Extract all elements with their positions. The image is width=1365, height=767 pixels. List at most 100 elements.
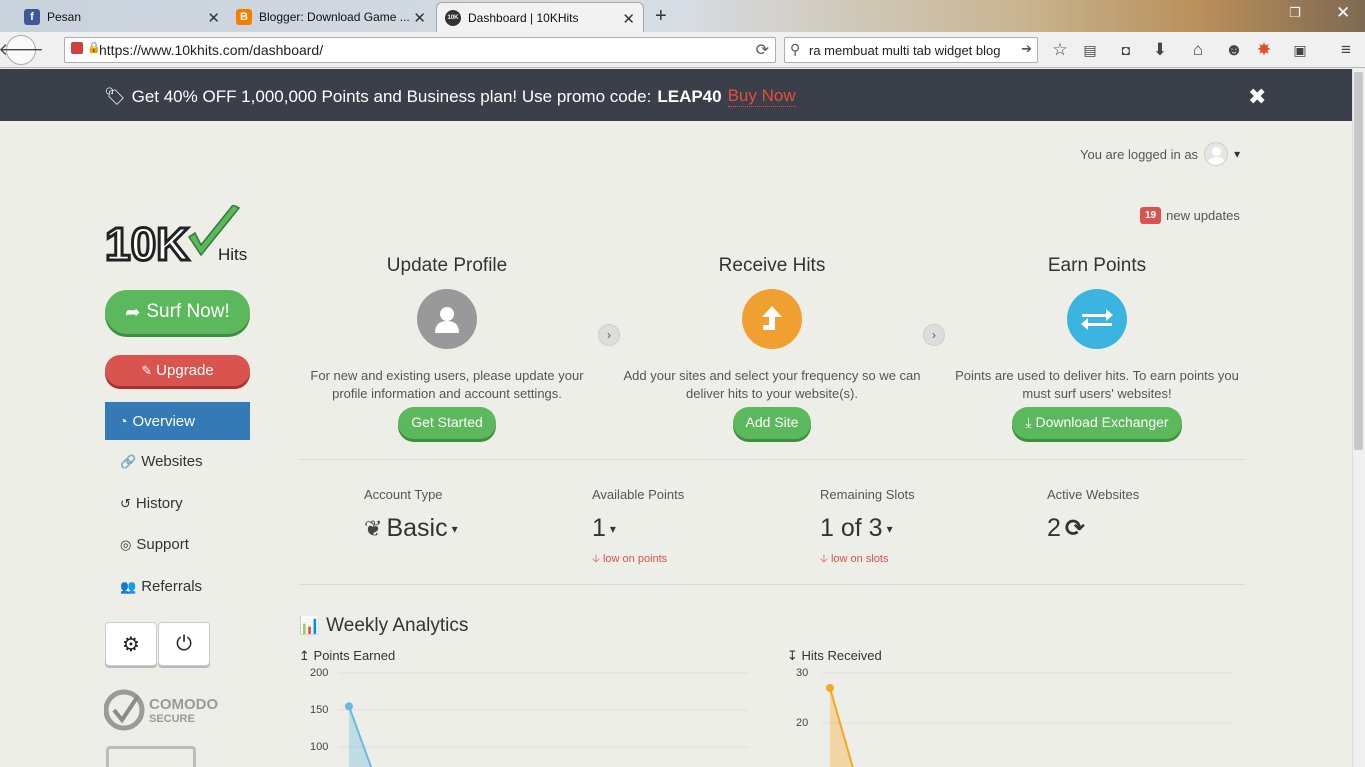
stat-label: Active Websites [1047,487,1140,502]
download-exchanger-button[interactable]: ⤓ Download Exchanger [1012,407,1182,439]
chart-title-hits: ↧ Hits Received [787,648,882,664]
upgrade-button[interactable]: ✎ Upgrade [105,355,250,386]
sidebar-item-label: Websites [141,453,203,470]
warning-text: low on slots [830,553,889,565]
warning-text: low on points [602,553,668,565]
10khits-logo[interactable]: 10K Hits [104,204,255,272]
stat-label: Available Points [592,487,685,502]
arrow-down-icon: 🡣 [820,553,831,565]
buy-now-link[interactable]: Buy Now [727,86,796,107]
logged-in-label: You are logged in as [1080,146,1199,162]
updates-badge: 19 [1140,207,1162,224]
settings-button[interactable]: ⚙ [105,622,157,666]
caret-down-icon: ▾ [886,521,893,536]
facebook-icon: f [24,9,40,25]
screenshot-icon[interactable]: ▣ [1286,36,1314,64]
user-menu[interactable]: You are logged in as ▾ [1080,142,1240,166]
divider [299,459,1245,460]
sidebar-item-overview[interactable]: ◔ Overview [105,402,250,440]
browser-nav-bar: 🡐 🔒 https://www.10khits.com/dashboard/ ⟳… [0,32,1365,68]
stat-label: Account Type [364,487,443,502]
refresh-icon[interactable]: ⟳ [1065,514,1085,543]
stat-label: Remaining Slots [820,487,915,502]
download-icon: ⤓ [1025,414,1036,430]
sidebar-item-label: Overview [132,412,195,430]
browser-tab-bar: f Pesan ✕ B Blogger: Download Game ... ✕… [0,0,1365,32]
points-earned-chart [338,672,748,767]
sidebar-item-websites[interactable]: 🔗 Websites [120,453,203,470]
scrollbar-thumb[interactable] [1354,72,1363,450]
step-description: For new and existing users, please updat… [310,368,584,401]
magic-wand-icon: ✎ [141,362,153,378]
download-icon[interactable]: ⬇ [1146,36,1174,64]
caret-down-icon: ▾ [609,521,616,536]
logo-subtext: Hits [218,245,247,264]
get-started-button[interactable]: Get Started [398,407,496,439]
slots-dropdown[interactable]: 1 of 3 ▾ [820,514,915,543]
search-go-icon[interactable]: ➔ [1021,41,1032,57]
step-earn-points: Earn Points Points are used to deliver h… [947,255,1247,439]
caret-down-icon: ▾ [451,521,458,536]
stat-value: 2 [1047,514,1061,542]
sidebar-item-support[interactable]: ◎ Support [120,536,189,553]
menu-icon[interactable]: ≡ [1332,36,1360,64]
close-icon[interactable]: ✖ [1248,84,1266,110]
back-icon[interactable]: 🡐 [0,35,44,65]
bookmark-star-icon[interactable]: ☆ [1046,36,1074,64]
home-icon[interactable]: ⌂ [1184,36,1212,64]
tab-title: Pesan [47,10,82,24]
step-description: Add your sites and select your frequency… [623,368,921,401]
step-title: Receive Hits [718,255,826,276]
y-tick: 150 [310,704,329,716]
emoji-icon[interactable]: ☻ [1220,36,1248,64]
account-type-dropdown[interactable]: ❦ Basic ▾ [364,514,458,543]
logout-button[interactable]: ⏻ [158,622,210,666]
close-icon[interactable]: ✕ [413,9,426,27]
sidebar-item-referrals[interactable]: 👥 Referrals [120,578,202,595]
y-tick: 100 [310,741,329,753]
reload-icon[interactable]: ⟳ [756,40,769,60]
url-text: https://www.10khits.com/dashboard/ [99,42,324,58]
surf-now-button[interactable]: ➦ Surf Now! [105,290,250,334]
addon-icon[interactable]: ✸ [1250,36,1278,64]
gridlines [338,672,748,748]
sidebar-item-history[interactable]: ↺ History [120,495,183,512]
close-window-icon[interactable]: ✕ [1336,3,1350,23]
restore-window-icon[interactable]: ❐ [1289,5,1301,21]
lock-icon: 🔒 [87,42,101,54]
10khits-icon: 10K [445,9,461,26]
search-icon: ⚲ [790,41,801,57]
chart-title: Hits Received [801,648,882,663]
search-text: ra membuat multi tab widget blog [809,42,1001,58]
stat-value: 1 [592,514,606,542]
step-description: Points are used to deliver hits. To earn… [955,368,1239,401]
logo-text: 10K [105,218,189,265]
search-bar[interactable]: ⚲ ra membuat multi tab widget blog ➔ [784,37,1038,63]
add-site-button[interactable]: Add Site [732,407,812,439]
section-title: Weekly Analytics [326,615,469,636]
tab-dashboard[interactable]: 10K Dashboard | 10KHits ✕ [436,2,644,32]
sidebar-item-label: History [135,495,183,512]
page-info-icon[interactable] [71,42,83,54]
tab-facebook[interactable]: f Pesan ✕ [16,2,228,32]
reading-list-icon[interactable]: ▤ [1076,36,1104,64]
secondary-badge [106,746,196,767]
y-tick: 200 [310,667,329,679]
new-tab-icon[interactable]: + [655,5,667,28]
power-icon: ⏻ [176,632,192,655]
gear-icon: ⚙ [122,633,140,656]
chart-title: Points Earned [313,648,396,663]
tab-blogger[interactable]: B Blogger: Download Game ... ✕ [228,2,434,32]
exchange-icon [1067,289,1127,349]
updates-notice[interactable]: 19 new updates [1140,207,1240,224]
avatar[interactable] [1204,142,1229,166]
url-bar[interactable]: 🔒 https://www.10khits.com/dashboard/ ⟳ [64,37,776,63]
pocket-icon[interactable]: ◘ [1112,36,1140,64]
close-icon[interactable]: ✕ [207,9,220,27]
points-dropdown[interactable]: 1 ▾ [592,514,684,543]
promo-text: 🏷 Get 40% OFF 1,000,000 Points and Busin… [104,86,796,107]
close-icon[interactable]: ✕ [622,10,635,28]
weekly-analytics-heading: 📊 Weekly Analytics [299,615,468,637]
stat-remaining-slots: Remaining Slots 1 of 3 ▾ 🡣 low on slots [820,487,915,569]
sidebar-item-label: Support [136,536,189,553]
